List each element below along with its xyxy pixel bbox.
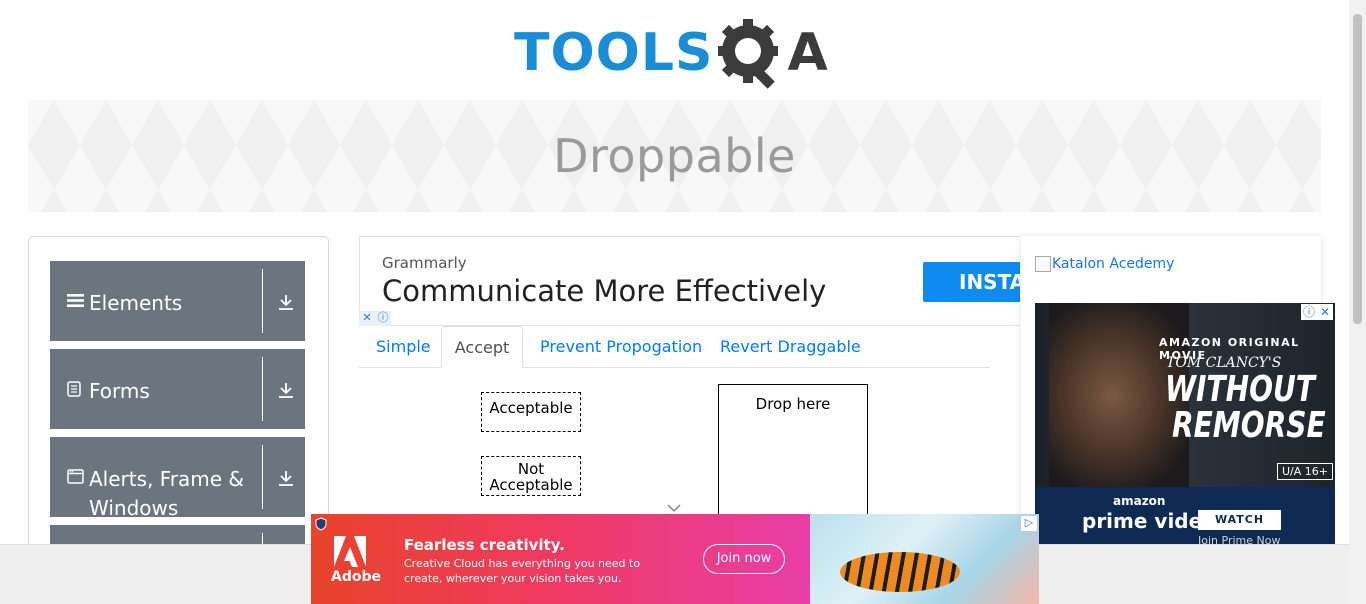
tab-accept[interactable]: Accept [441,326,523,368]
divider [262,269,263,333]
droppable-tabs: Simple Accept Prevent Propogation Revert… [359,326,990,368]
window-icon [67,469,84,489]
adobe-ad-panel: Adobe Fearless creativity. Creative Clou… [311,514,810,604]
scrollbar-thumb[interactable] [1353,14,1362,324]
divider [262,445,263,509]
acceptable-draggable[interactable]: Acceptable [481,392,581,432]
shield-icon [315,517,327,536]
ad-headline: Communicate More Effectively [382,274,827,308]
age-rating-badge: U/A 16+ [1277,463,1333,480]
ad-brand: Grammarly [382,254,467,272]
download-arrow-icon[interactable] [278,382,294,403]
close-icon[interactable]: ✕ [1317,304,1333,320]
katalon-ad-link[interactable]: Katalon Acedemy [1035,256,1174,272]
page-scrollbar[interactable] [1349,0,1366,604]
sidebar-group-label: Forms [89,379,150,403]
ad-title-line1: WITHOUT [1165,369,1315,410]
download-arrow-icon[interactable] [278,294,294,315]
info-icon[interactable]: ⓘ [375,311,391,326]
ad-headline: Fearless creativity. [404,536,565,554]
tab-simple[interactable]: Simple [376,326,431,368]
page: TOOLS A Droppable Elements Forms Alerts,… [0,0,1366,604]
form-icon [67,381,81,402]
toolsqa-logo[interactable]: TOOLS A [514,14,828,92]
install-button[interactable]: INSTAL [923,262,1020,302]
sidebar-group-label: Alerts, Frame & Windows [89,467,245,520]
left-sidebar: Elements Forms Alerts, Frame & Windows [28,236,329,566]
logo-text-a: A [787,23,828,83]
sidebar-group-forms[interactable]: Forms [50,349,305,429]
prime-video-ad[interactable]: AMAZON ORIGINAL MOVIE TOM CLANCY'S WITHO… [1035,303,1335,548]
drop-target[interactable]: Drop here [718,384,868,524]
broken-image-icon [1035,256,1051,272]
page-title: Droppable [553,129,796,183]
logo-text: TOOLS [514,23,714,83]
adobe-logo-icon [333,535,367,568]
katalon-alt-text: Katalon Acedemy [1052,256,1175,272]
sidebar-group-elements[interactable]: Elements [50,261,305,341]
adobe-wordmark: Adobe [331,569,381,585]
join-now-button[interactable]: Join now [703,544,785,574]
ad-subtext: Creative Cloud has everything you need t… [404,557,641,585]
drop-target-label: Drop here [755,395,831,413]
ad-choices[interactable]: ✕ ⓘ [359,311,391,326]
gear-magnifier-icon [715,15,785,91]
ad-choices-icon[interactable]: ▷ [1021,516,1037,531]
illustration-image [810,514,1039,604]
page-banner: Droppable [28,100,1321,212]
divider [262,357,263,421]
hamburger-icon [67,293,84,313]
sidebar-group-alerts[interactable]: Alerts, Frame & Windows [50,437,305,520]
tab-prevent-propogation[interactable]: Prevent Propogation [540,326,702,368]
adobe-ad[interactable]: Adobe Fearless creativity. Creative Clou… [311,514,1039,604]
info-icon[interactable]: ⓘ [1301,304,1317,320]
grammarly-ad[interactable]: Grammarly Communicate More Effectively I… [359,236,1020,326]
watch-now-button[interactable]: WATCH NOW [1198,510,1281,546]
ad-title-line2: REMORSE [1172,405,1326,446]
tiger-illustration [840,552,960,592]
sidebar-group-label: Elements [89,291,183,315]
prime-video-logo: prime video [1082,509,1216,533]
download-arrow-icon[interactable] [278,470,294,491]
tab-revert-draggable[interactable]: Revert Draggable [720,326,861,368]
ad-choices[interactable]: ⓘ ✕ [1301,304,1333,320]
close-icon[interactable]: ✕ [359,311,375,326]
not-acceptable-draggable[interactable]: Not Acceptable [481,456,581,496]
amazon-text: amazon [1113,494,1166,508]
